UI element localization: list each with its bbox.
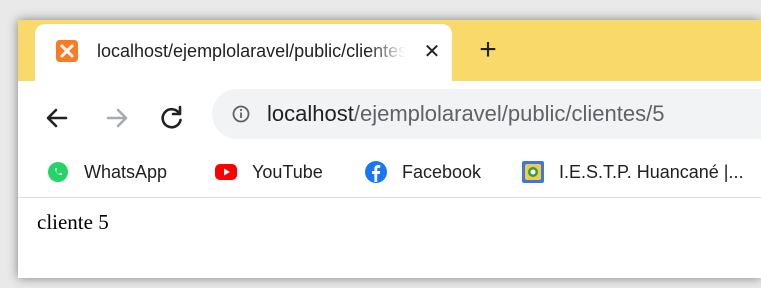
page-text: cliente 5 — [37, 210, 109, 234]
url-host: localhost — [267, 101, 354, 126]
url-text: localhost/ejemplolaravel/public/clientes… — [267, 101, 664, 127]
bookmarks-bar: WhatsApp YouTube Facebook I.E.S.T.P. Hua… — [18, 149, 761, 198]
reload-icon — [161, 105, 182, 129]
bookmark-label: I.E.S.T.P. Huancané |... — [559, 162, 744, 182]
bookmark-label: Facebook — [402, 162, 482, 182]
bookmark-label: WhatsApp — [84, 162, 168, 182]
youtube-icon — [215, 164, 237, 180]
browser-window: localhost/ejemplolaravel/public/clientes… — [18, 20, 761, 278]
toolbar: localhost/ejemplolaravel/public/clientes… — [18, 81, 761, 149]
arrow-right-icon — [106, 108, 128, 128]
address-bar[interactable]: localhost/ejemplolaravel/public/clientes… — [212, 89, 761, 139]
url-path: /ejemplolaravel/public/clientes/5 — [353, 101, 665, 126]
page-content: cliente 5 — [18, 198, 761, 278]
active-tab[interactable]: localhost/ejemplolaravel/public/clientes… — [35, 24, 452, 81]
info-icon[interactable] — [232, 105, 250, 123]
facebook-icon — [365, 161, 387, 183]
reload-button[interactable] — [155, 101, 189, 135]
tab-strip: localhost/ejemplolaravel/public/clientes… — [18, 20, 761, 81]
forward-button[interactable] — [100, 101, 134, 135]
tab-title: localhost/ejemplolaravel/public/clientes… — [97, 41, 405, 61]
whatsapp-icon — [48, 162, 68, 182]
xampp-favicon-icon — [56, 40, 78, 62]
back-button[interactable] — [40, 101, 74, 135]
arrow-left-icon — [46, 108, 68, 128]
institution-logo-icon — [522, 161, 544, 183]
bookmark-label: YouTube — [252, 162, 323, 182]
new-tab-button[interactable]: + — [473, 35, 503, 66]
close-tab-icon[interactable]: ✕ — [421, 41, 443, 63]
